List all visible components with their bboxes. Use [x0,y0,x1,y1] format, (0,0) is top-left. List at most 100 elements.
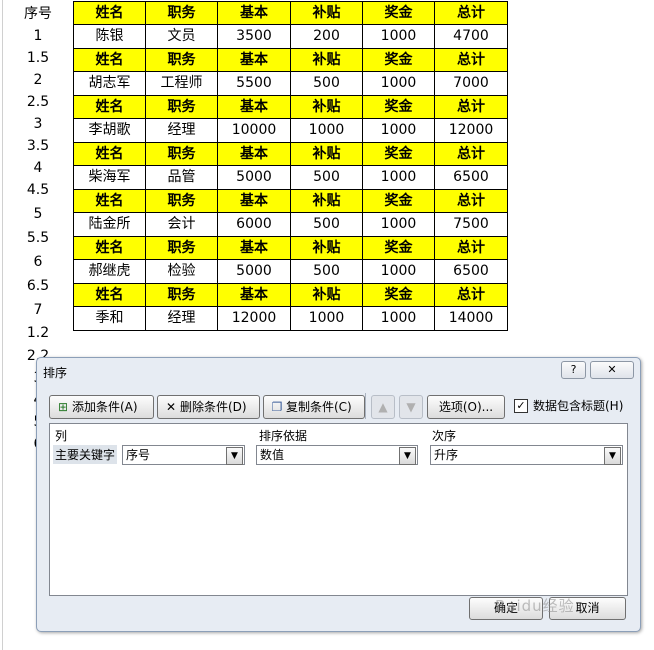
header-cell[interactable]: 补贴 [290,283,363,307]
table-cell[interactable]: 1000 [290,118,363,143]
header-cell[interactable]: 姓名 [73,283,146,307]
move-up-button[interactable]: ▲ [371,395,395,419]
header-cell[interactable]: 奖金 [362,142,435,166]
header-cell[interactable]: 职务 [145,95,218,119]
header-checkbox[interactable]: ✓ [514,399,528,413]
header-cell[interactable]: 补贴 [290,236,363,260]
sort-on-select[interactable]: 数值 ▼ [256,445,418,465]
dropdown-arrow-icon[interactable]: ▼ [604,447,621,465]
table-cell[interactable]: 检验 [145,259,218,284]
table-cell[interactable]: 1000 [290,306,363,331]
table-cell[interactable]: 工程师 [145,71,218,96]
delete-condition-button[interactable]: ✕ 删除条件(D) [157,395,260,419]
table-cell[interactable]: 1000 [362,24,435,49]
header-cell[interactable]: 补贴 [290,95,363,119]
table-cell[interactable]: 经理 [145,118,218,143]
table-cell[interactable]: 500 [290,212,363,237]
table-cell[interactable]: 6500 [434,165,508,190]
header-cell[interactable]: 基本 [217,48,291,72]
table-cell[interactable]: 柴海军 [73,165,146,190]
header-cell[interactable]: 基本 [217,236,291,260]
table-cell[interactable]: 12000 [217,306,291,331]
table-cell[interactable]: 会计 [145,212,218,237]
header-cell[interactable]: 总计 [434,1,508,25]
table-cell[interactable]: 500 [290,165,363,190]
order-select[interactable]: 升序 ▼ [430,445,623,465]
table-cell[interactable]: 1000 [362,118,435,143]
table-cell[interactable]: 1000 [362,259,435,284]
header-cell[interactable]: 基本 [217,142,291,166]
table-cell[interactable]: 3500 [217,24,291,49]
table-cell[interactable]: 陈银 [73,24,146,49]
header-cell[interactable]: 职务 [145,283,218,307]
table-cell[interactable]: 陆金所 [73,212,146,237]
header-cell[interactable]: 总计 [434,95,508,119]
table-cell[interactable]: 200 [290,24,363,49]
table-cell[interactable]: 品管 [145,165,218,190]
header-cell[interactable]: 补贴 [290,48,363,72]
header-cell[interactable]: 总计 [434,48,508,72]
header-cell[interactable]: 职务 [145,1,218,25]
header-cell[interactable]: 基本 [217,95,291,119]
header-cell[interactable]: 姓名 [73,189,146,213]
header-cell[interactable]: 职务 [145,189,218,213]
header-cell[interactable]: 奖金 [362,95,435,119]
header-cell[interactable]: 奖金 [362,236,435,260]
header-cell[interactable]: 基本 [217,283,291,307]
header-cell[interactable]: 奖金 [362,283,435,307]
table-cell[interactable]: 李胡歌 [73,118,146,143]
table-cell[interactable]: 季和 [73,306,146,331]
table-cell[interactable]: 12000 [434,118,508,143]
table-cell[interactable]: 文员 [145,24,218,49]
dropdown-arrow-icon[interactable]: ▼ [226,447,243,465]
table-cell[interactable]: 经理 [145,306,218,331]
header-cell[interactable]: 姓名 [73,236,146,260]
header-cell[interactable]: 补贴 [290,189,363,213]
header-cell[interactable]: 职务 [145,142,218,166]
table-cell[interactable]: 郝继虎 [73,259,146,284]
header-cell[interactable]: 总计 [434,189,508,213]
table-cell[interactable]: 5500 [217,71,291,96]
table-cell[interactable]: 6500 [434,259,508,284]
header-cell[interactable]: 姓名 [73,1,146,25]
header-cell[interactable]: 姓名 [73,95,146,119]
table-cell[interactable]: 7000 [434,71,508,96]
help-button[interactable]: ? [561,361,586,379]
header-cell[interactable]: 奖金 [362,48,435,72]
header-cell[interactable]: 总计 [434,142,508,166]
table-cell[interactable]: 14000 [434,306,508,331]
table-cell[interactable]: 10000 [217,118,291,143]
header-cell[interactable]: 姓名 [73,48,146,72]
table-cell[interactable]: 4700 [434,24,508,49]
header-cell[interactable]: 基本 [217,189,291,213]
copy-condition-button[interactable]: ❐ 复制条件(C) [263,395,365,419]
table-cell[interactable]: 1000 [362,165,435,190]
header-cell[interactable]: 职务 [145,48,218,72]
add-condition-button[interactable]: ⊞ 添加条件(A) [49,395,154,419]
table-cell[interactable]: 500 [290,71,363,96]
table-cell[interactable]: 1000 [362,212,435,237]
close-button[interactable]: ✕ [590,361,634,379]
move-down-button[interactable]: ▼ [399,395,423,419]
header-cell[interactable]: 总计 [434,236,508,260]
header-cell[interactable]: 补贴 [290,1,363,25]
header-cell[interactable]: 总计 [434,283,508,307]
options-button[interactable]: 选项(O)... [427,395,505,419]
table-cell[interactable]: 5000 [217,259,291,284]
header-cell[interactable]: 补贴 [290,142,363,166]
table-cell[interactable]: 1000 [362,306,435,331]
table-cell[interactable]: 7500 [434,212,508,237]
header-cell[interactable]: 基本 [217,1,291,25]
table-cell[interactable]: 5000 [217,165,291,190]
header-cell[interactable]: 奖金 [362,1,435,25]
sort-on-header: 排序依据 [259,429,308,443]
header-cell[interactable]: 职务 [145,236,218,260]
header-cell[interactable]: 奖金 [362,189,435,213]
table-cell[interactable]: 6000 [217,212,291,237]
table-cell[interactable]: 500 [290,259,363,284]
dropdown-arrow-icon[interactable]: ▼ [399,447,416,465]
table-cell[interactable]: 胡志军 [73,71,146,96]
column-select[interactable]: 序号 ▼ [122,445,245,465]
table-cell[interactable]: 1000 [362,71,435,96]
header-cell[interactable]: 姓名 [73,142,146,166]
